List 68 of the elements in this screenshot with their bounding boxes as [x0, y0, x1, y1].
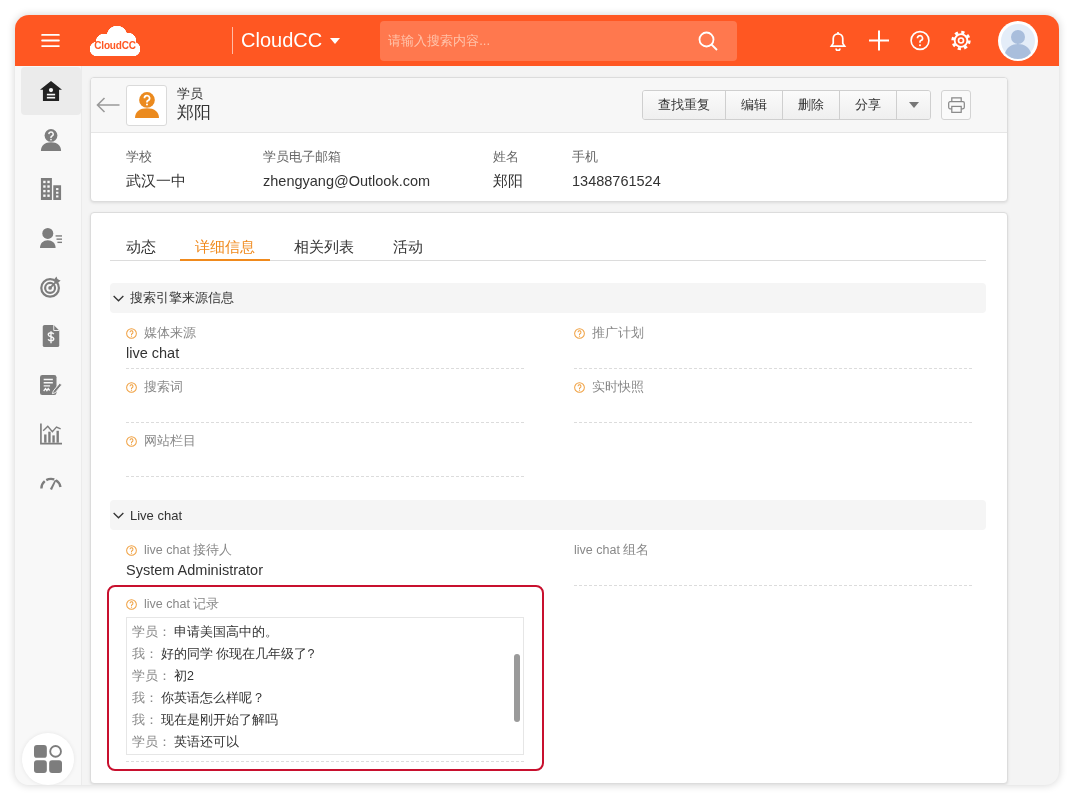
field-label: 搜索词	[144, 378, 183, 396]
action-button[interactable]: 查找重复	[643, 91, 726, 119]
chat-speaker: 我：	[132, 713, 158, 727]
field-label: 学校	[126, 148, 153, 166]
person-question-icon	[39, 129, 62, 151]
field-label: 媒体来源	[144, 324, 196, 342]
print-button[interactable]	[941, 90, 971, 120]
section-toggle[interactable]: Live chat	[110, 500, 986, 530]
bar-chart-icon	[39, 423, 62, 445]
field-value: 武汉一中	[126, 172, 187, 191]
chat-speaker: 学员：	[132, 735, 171, 749]
record-title: 郑阳	[177, 102, 211, 124]
plus-icon[interactable]	[869, 30, 889, 51]
signed-document-icon	[39, 374, 62, 396]
help-icon[interactable]	[910, 30, 930, 51]
chat-message: 英语还可以	[174, 735, 239, 749]
field-label: 手机	[572, 148, 599, 166]
chat-message: 现在是刚开始了解吗	[161, 713, 278, 727]
field-label: live chat 接待人	[144, 541, 233, 559]
chat-message: 申请美国高中的。	[174, 625, 278, 639]
field-value: zhengyang@Outlook.com	[263, 172, 432, 191]
chat-transcript[interactable]: 学员： 申请美国高中的。 我： 好的同学 你现在几年级了? 学员： 初2 我： 你英语怎么样呢？ 我： 现在是刚开始了解吗 学员： 英语还可以	[126, 617, 524, 755]
buildings-icon	[39, 178, 62, 200]
field-label: live chat 记录	[144, 595, 220, 613]
back-icon[interactable]	[96, 97, 120, 113]
bell-icon[interactable]	[828, 30, 848, 51]
avatar[interactable]	[998, 20, 1038, 61]
search-icon[interactable]	[698, 30, 719, 51]
field-label: live chat 组名	[574, 541, 650, 559]
dropdown-button[interactable]	[897, 91, 930, 119]
action-button[interactable]: 删除	[783, 91, 840, 119]
settings-icon[interactable]	[951, 30, 971, 51]
field-label: 网站栏目	[144, 432, 196, 450]
apps-button[interactable]	[22, 733, 74, 785]
field-label: 推广计划	[592, 324, 644, 342]
tab[interactable]: 动态	[110, 235, 171, 261]
field-value: live chat	[126, 344, 181, 363]
action-button[interactable]: 分享	[840, 91, 897, 119]
record-type: 学员	[177, 86, 204, 102]
caret-icon	[908, 102, 919, 108]
field-value: 13488761524	[572, 172, 662, 191]
field-label: 姓名	[493, 148, 520, 166]
field-value: 郑阳	[493, 172, 524, 191]
chat-message: 初2	[174, 669, 194, 683]
house-icon	[39, 80, 62, 102]
field-label: 学员电子邮箱	[263, 148, 342, 166]
printer-icon	[947, 97, 965, 113]
chat-speaker: 我：	[132, 691, 158, 705]
section-toggle[interactable]: 搜索引擎来源信息	[110, 283, 986, 313]
tab[interactable]: 活动	[378, 235, 438, 261]
chat-speaker: 我：	[132, 647, 158, 661]
logo: CloudCC	[90, 25, 140, 56]
chat-speaker: 学员：	[132, 669, 171, 683]
sidebar-item[interactable]	[20, 67, 81, 115]
chat-message: 好的同学 你现在几年级了?	[161, 647, 315, 661]
person-list-icon	[39, 227, 62, 249]
action-button[interactable]: 编辑	[726, 91, 783, 119]
chat-speaker: 学员：	[132, 625, 171, 639]
target-icon	[39, 276, 62, 298]
grid-icon	[34, 745, 62, 773]
scrollbar-thumb[interactable]	[514, 654, 520, 722]
menu-icon[interactable]	[41, 34, 60, 47]
field-value: System Administrator	[126, 561, 264, 580]
chat-message: 你英语怎么样呢？	[161, 691, 265, 705]
caret-icon	[330, 37, 341, 44]
tab[interactable]: 相关列表	[279, 235, 369, 261]
field-label: 实时快照	[592, 378, 644, 396]
person-question-icon	[126, 84, 167, 126]
